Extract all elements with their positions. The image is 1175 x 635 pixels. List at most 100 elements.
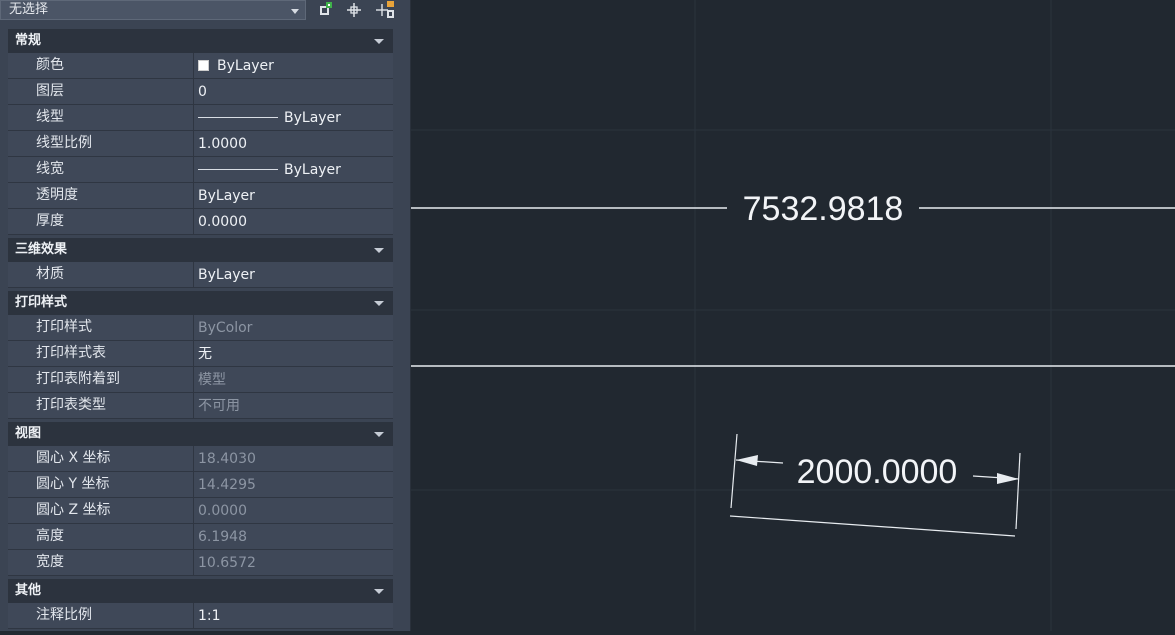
select-objects-icon [347,3,361,17]
property-name: 打印表类型 [8,393,194,418]
property-row[interactable]: 线宽 ByLayer [8,157,393,183]
dimension-text-aligned[interactable]: 2000.0000 [797,453,958,491]
property-value[interactable]: 6.1948 [195,524,393,549]
selection-dropdown-value: 无选择 [9,2,49,17]
property-value[interactable]: 不可用 [195,393,393,418]
property-value-text: 18.4030 [198,451,256,467]
property-value-text: ByLayer [217,58,274,74]
drawing-canvas[interactable]: 7532.9818 2000.0000 [411,0,1175,631]
collapse-arrow-icon[interactable] [374,589,384,594]
property-value-text: 1.0000 [198,136,247,152]
property-value[interactable]: 0.0000 [195,209,393,234]
quick-select-button[interactable] [314,0,336,20]
section: 常规 颜色 ByLayer 图层 0 线型 ByLayer 线型比例 1.0000 线宽 ByLay… [8,29,393,235]
property-row[interactable]: 打印样式 ByColor [8,315,393,341]
property-row[interactable]: 厚度 0.0000 [8,209,393,235]
property-name: 高度 [8,524,194,549]
property-value[interactable]: 1.0000 [195,131,393,156]
property-row[interactable]: 图层 0 [8,79,393,105]
section-header[interactable]: 其他 [8,579,393,603]
property-row[interactable]: 圆心 X 坐标 18.4030 [8,446,393,472]
property-row[interactable]: 打印表附着到 模型 [8,367,393,393]
property-name: 宽度 [8,550,194,575]
section-title: 常规 [15,33,42,48]
property-row[interactable]: 圆心 Z 坐标 0.0000 [8,498,393,524]
section-title: 三维效果 [15,242,68,257]
property-value[interactable]: 模型 [195,367,393,392]
property-value-text: 1:1 [198,608,221,624]
property-value[interactable]: 14.4295 [195,472,393,497]
property-name: 颜色 [8,53,194,78]
extension-line-left[interactable] [730,433,738,509]
section-header[interactable]: 三维效果 [8,238,393,262]
property-value[interactable]: ByLayer [195,105,393,130]
property-value-text: 模型 [198,372,226,388]
property-row[interactable]: 线型比例 1.0000 [8,131,393,157]
toggle-pickadd-button[interactable] [374,0,396,20]
property-value-text: ByLayer [284,110,341,126]
property-value[interactable]: ByLayer [195,262,393,287]
property-row[interactable]: 圆心 Y 坐标 14.4295 [8,472,393,498]
property-value[interactable]: 0.0000 [195,498,393,523]
line-sample-icon [198,116,278,118]
property-value[interactable]: ByLayer [195,183,393,208]
property-name: 注释比例 [8,603,194,628]
property-value[interactable]: 0 [195,79,393,104]
property-row[interactable]: 高度 6.1948 [8,524,393,550]
property-row[interactable]: 颜色 ByLayer [8,53,393,79]
collapse-arrow-icon[interactable] [374,301,384,306]
section-title: 其他 [15,583,42,598]
property-row[interactable]: 打印表类型 不可用 [8,393,393,419]
property-value[interactable]: ByLayer [195,157,393,182]
property-value[interactable]: 1:1 [195,603,393,628]
property-value-text: 不可用 [198,398,240,414]
chevron-down-icon [291,9,299,14]
section-title: 视图 [15,426,42,441]
collapse-arrow-icon[interactable] [374,248,384,253]
property-value-text: ByLayer [198,267,255,283]
property-value-text: ByColor [198,320,253,336]
property-name: 线宽 [8,157,194,182]
property-name: 透明度 [8,183,194,208]
property-sections: 常规 颜色 ByLayer 图层 0 线型 ByLayer 线型比例 1.0000 线宽 ByLay… [8,29,393,629]
property-row[interactable]: 打印样式表无 [8,341,393,367]
select-objects-button[interactable] [343,0,365,20]
section: 三维效果材质 ByLayer [8,238,393,288]
property-value-text: 6.1948 [198,529,247,545]
property-name: 圆心 Z 坐标 [8,498,194,523]
property-value-text: 14.4295 [198,477,256,493]
extension-line-right[interactable] [1015,452,1021,530]
dimension-text-top[interactable]: 7532.9818 [743,190,904,228]
property-name: 圆心 Y 坐标 [8,472,194,497]
property-value[interactable]: ByColor [195,315,393,340]
property-value[interactable]: 无 [195,341,393,366]
section: 打印样式 打印样式 ByColor 打印样式表无打印表附着到 模型 打印表类型 不可用 [8,291,393,419]
property-row[interactable]: 注释比例 1:1 [8,603,393,629]
section-header[interactable]: 视图 [8,422,393,446]
property-value[interactable]: 18.4030 [195,446,393,471]
property-row[interactable]: 线型 ByLayer [8,105,393,131]
line-sample-icon [198,168,278,170]
collapse-arrow-icon[interactable] [374,39,384,44]
property-value-text: 10.6572 [198,555,256,571]
section: 其他注释比例 1:1 [8,579,393,629]
property-name: 打印样式 [8,315,194,340]
property-row[interactable]: 材质 ByLayer [8,262,393,288]
collapse-arrow-icon[interactable] [374,432,384,437]
property-name: 材质 [8,262,194,287]
property-row[interactable]: 透明度 ByLayer [8,183,393,209]
selection-dropdown[interactable]: 无选择 [0,0,306,20]
property-name: 线型 [8,105,194,130]
dimensioned-line[interactable] [729,515,1016,537]
property-value-text: 无 [198,346,212,362]
property-value[interactable]: 10.6572 [195,550,393,575]
arrowhead-left-icon [736,455,758,466]
property-value-text: 0.0000 [198,503,247,519]
palette-toolbar: 无选择 [0,0,410,24]
section-title: 打印样式 [15,295,68,310]
property-row[interactable]: 宽度 10.6572 [8,550,393,576]
section-header[interactable]: 打印样式 [8,291,393,315]
property-value[interactable]: ByLayer [195,53,393,78]
section-header[interactable]: 常规 [8,29,393,53]
property-name: 图层 [8,79,194,104]
